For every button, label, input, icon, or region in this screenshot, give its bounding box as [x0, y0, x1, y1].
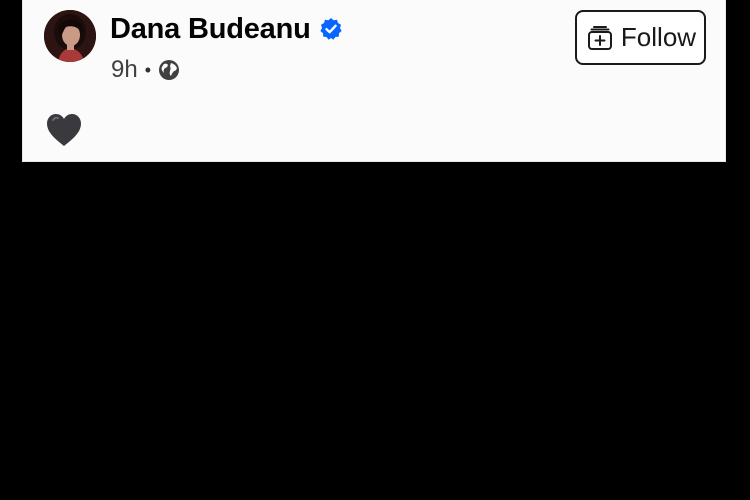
- post-content: [44, 110, 84, 150]
- follow-plus-icon: [585, 23, 615, 53]
- black-heart-emoji: [44, 114, 84, 154]
- follow-button-label: Follow: [620, 22, 697, 52]
- globe-icon[interactable]: [158, 59, 180, 81]
- post-meta: 9h •: [111, 55, 180, 85]
- author-name[interactable]: Dana Budeanu: [110, 13, 311, 46]
- screen: Dana Budeanu 9h • Follow: [0, 0, 750, 500]
- author-avatar[interactable]: [44, 10, 96, 62]
- post-timestamp[interactable]: 9h: [111, 56, 138, 84]
- author-row: Dana Budeanu: [110, 12, 343, 46]
- avatar-image: [44, 10, 96, 62]
- follow-button[interactable]: Follow: [575, 10, 706, 65]
- verified-badge-icon: [319, 17, 343, 41]
- meta-separator: •: [144, 59, 152, 80]
- below-post-area: [0, 162, 750, 500]
